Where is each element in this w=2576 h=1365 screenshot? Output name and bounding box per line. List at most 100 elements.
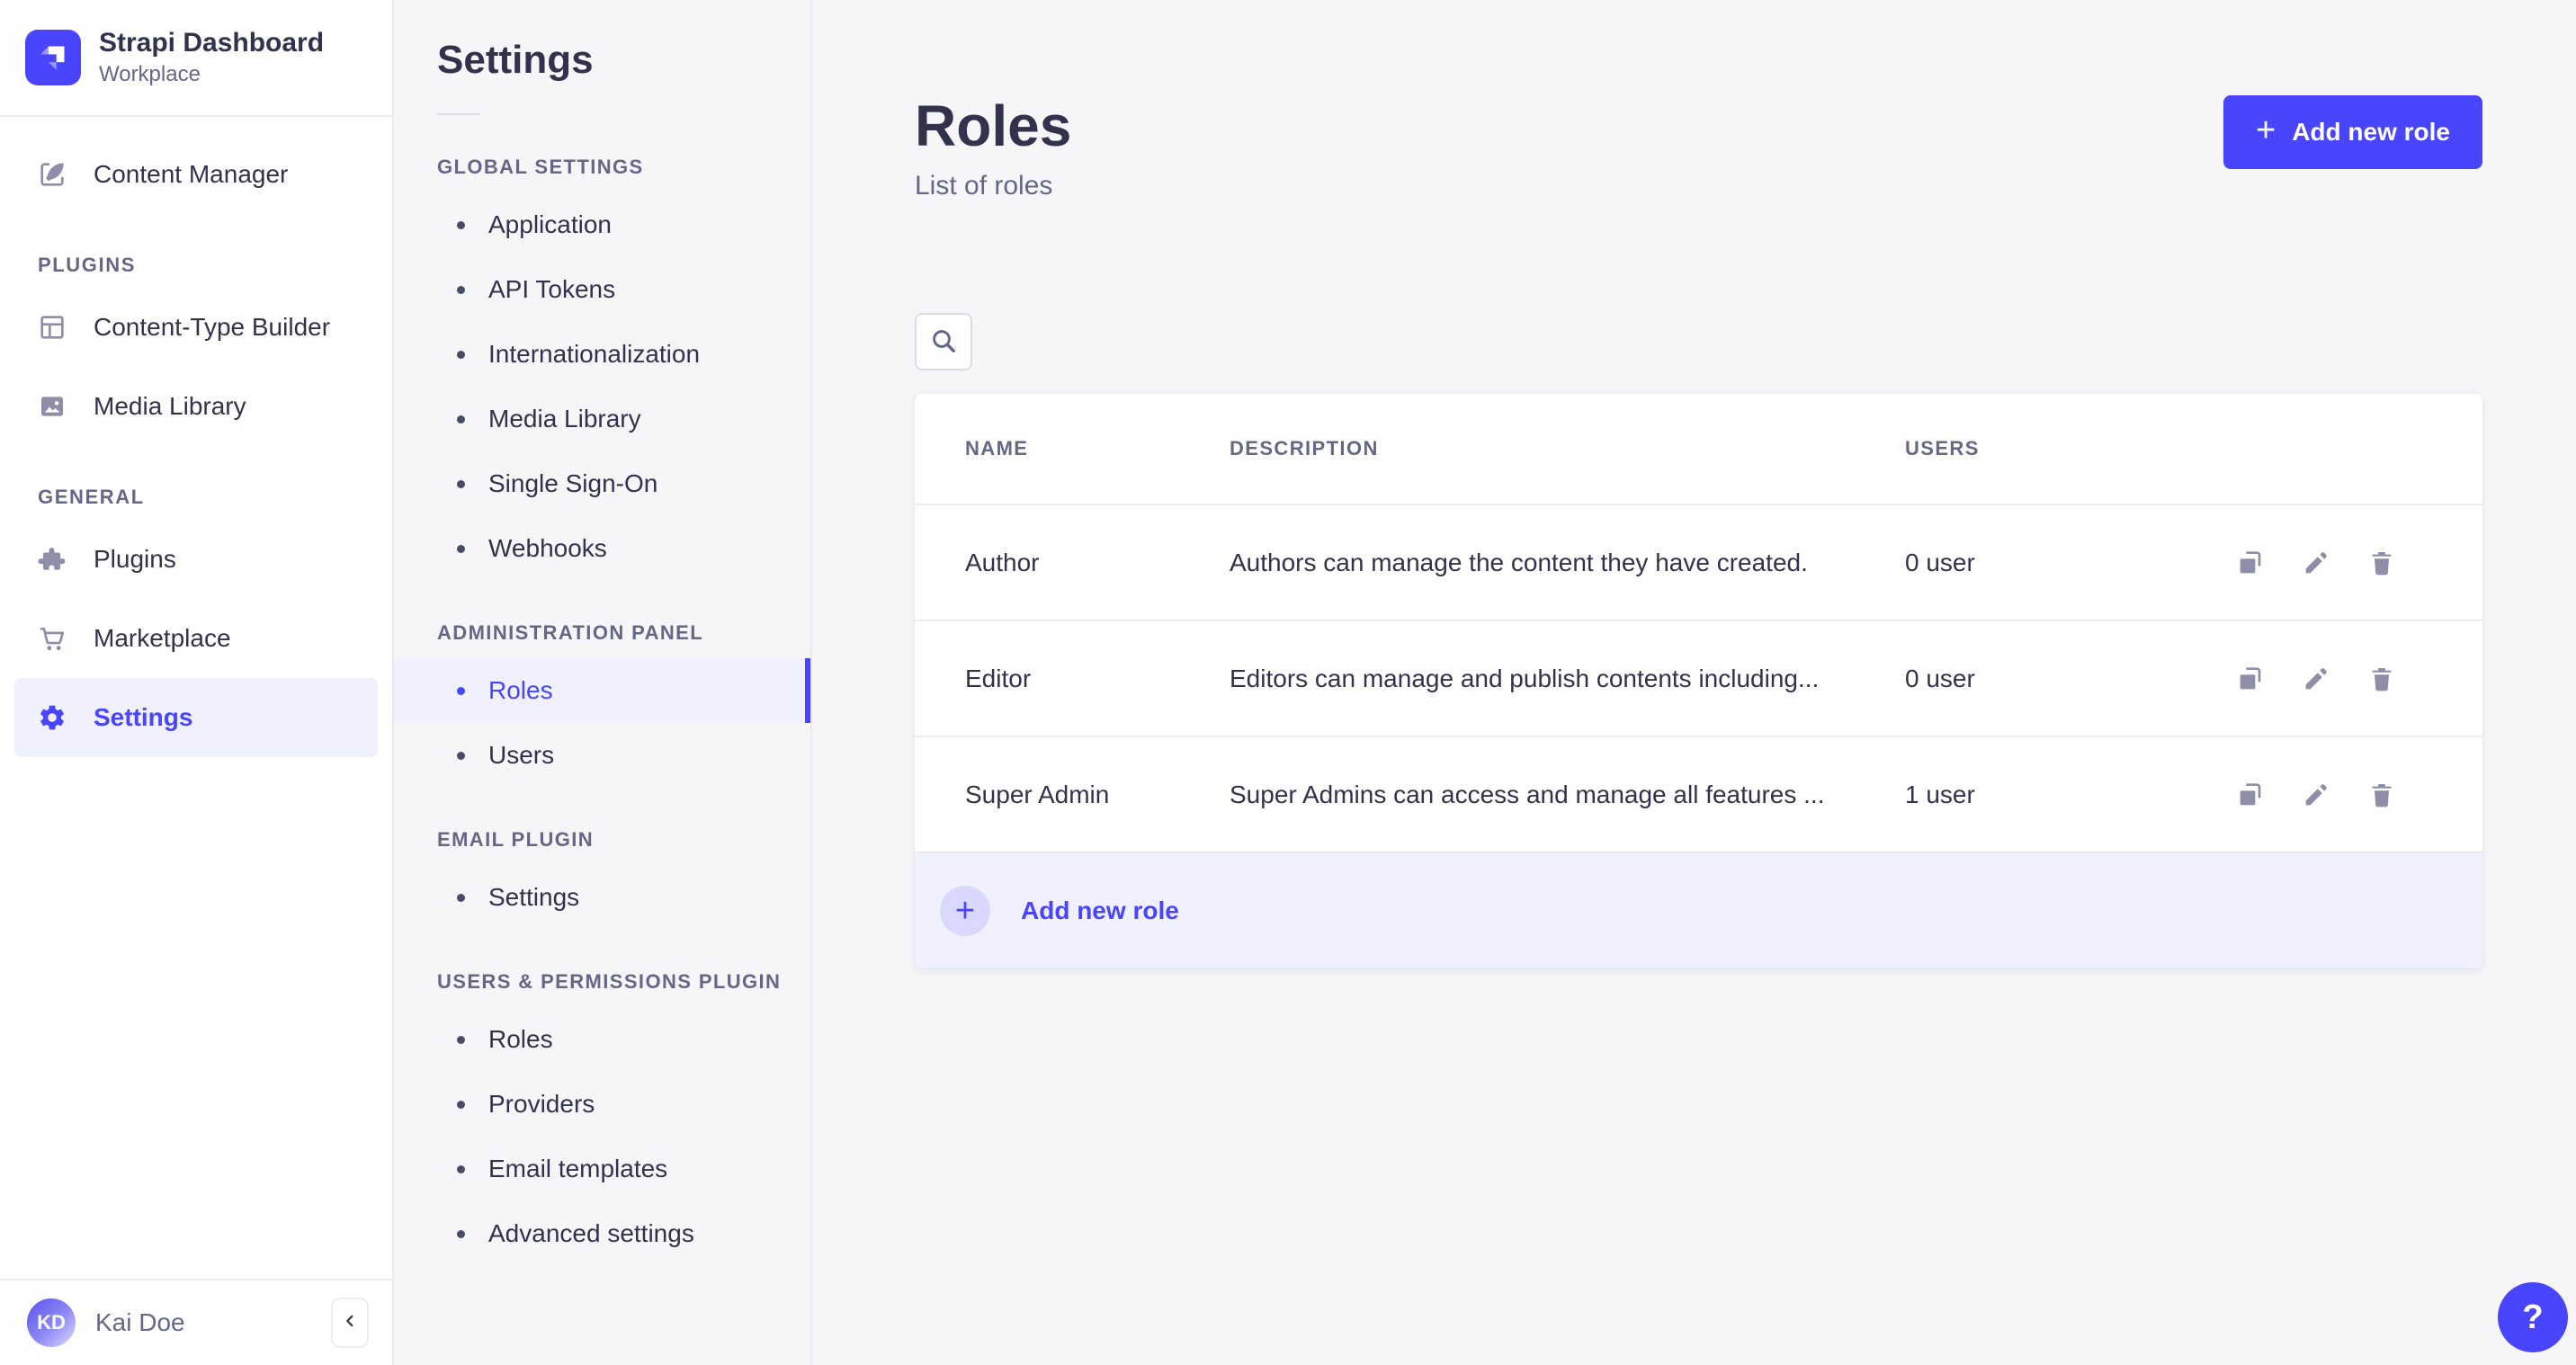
subnav-item-webhooks[interactable]: Webhooks (394, 516, 810, 581)
role-name: Author (965, 548, 1040, 576)
bullet-icon (457, 544, 465, 553)
edit-pencil-icon[interactable] (2302, 549, 2330, 577)
sidebar-item-label: Marketplace (94, 624, 231, 652)
row-actions (2236, 549, 2396, 577)
role-users-count: 0 user (1905, 664, 1975, 692)
subnav-item-internationalization[interactable]: Internationalization (394, 322, 810, 387)
bullet-icon (457, 893, 465, 902)
subnav-item-roles-active[interactable]: Roles (394, 658, 810, 723)
subnav-item-advanced-settings[interactable]: Advanced settings (394, 1201, 810, 1266)
subnav-item-up-roles[interactable]: Roles (394, 1007, 810, 1072)
row-actions (2236, 665, 2396, 693)
subnav-section-label: EMAIL PLUGIN (437, 828, 595, 851)
page-header-titles: Roles List of roles (915, 94, 1071, 203)
sidebar-item-label: Content Manager (94, 160, 289, 188)
duplicate-icon[interactable] (2236, 665, 2265, 693)
subnav-section-label: USERS & PERMISSIONS PLUGIN (437, 970, 782, 993)
delete-trash-icon[interactable] (2367, 781, 2396, 809)
chevron-left-icon (340, 1311, 360, 1335)
role-name: Editor (965, 664, 1032, 692)
sidebar-item-marketplace[interactable]: Marketplace (14, 599, 378, 678)
row-actions (2236, 781, 2396, 809)
bullet-icon (457, 1100, 465, 1109)
user-menu[interactable]: KD Kai Doe (0, 1279, 392, 1365)
role-users-count: 1 user (1905, 780, 1975, 808)
search-button[interactable] (915, 313, 972, 370)
bullet-icon (457, 686, 465, 695)
duplicate-icon[interactable] (2236, 549, 2265, 577)
subnav-item-users[interactable]: Users (394, 723, 810, 788)
edit-pencil-icon[interactable] (2302, 781, 2330, 809)
avatar: KD (27, 1298, 76, 1347)
table-footer-add-role[interactable]: + Add new role (915, 852, 2482, 968)
delete-trash-icon[interactable] (2367, 665, 2396, 693)
subnav-divider (437, 113, 480, 115)
puzzle-icon (38, 545, 67, 574)
subnav-item-email-templates[interactable]: Email templates (394, 1137, 810, 1201)
subnav-section-administration-panel: ADMINISTRATION PANEL Roles Users (394, 622, 810, 788)
sidebar-section-plugins: PLUGINS (38, 254, 136, 276)
subnav-title: Settings (437, 38, 594, 82)
page-subtitle: List of roles (915, 171, 1053, 201)
sidebar-item-media-library[interactable]: Media Library (14, 367, 378, 446)
strapi-logo-icon (25, 30, 81, 85)
bullet-icon (457, 1164, 465, 1173)
page-header: Roles List of roles + Add new role (915, 94, 2482, 203)
content-type-builder-icon (38, 313, 67, 342)
delete-trash-icon[interactable] (2367, 549, 2396, 577)
column-header-name: NAME (965, 437, 1029, 459)
duplicate-icon[interactable] (2236, 781, 2265, 809)
subnav-section-email-plugin: EMAIL PLUGIN Settings (394, 829, 810, 930)
user-name: Kai Doe (95, 1308, 185, 1336)
sidebar-item-content-manager[interactable]: Content Manager (14, 135, 378, 214)
add-new-role-button[interactable]: + Add new role (2223, 95, 2482, 169)
bullet-icon (457, 415, 465, 424)
subnav-section-global-settings: GLOBAL SETTINGS Application API Tokens I… (394, 156, 810, 581)
bullet-icon (457, 1035, 465, 1044)
question-mark-icon: ? (2522, 1298, 2544, 1336)
workspace-titles: Strapi Dashboard Workplace (99, 27, 324, 88)
main-content: Roles List of roles + Add new role NAME … (812, 0, 2576, 1365)
subnav-item-api-tokens[interactable]: API Tokens (394, 257, 810, 322)
sidebar-item-label: Plugins (94, 545, 176, 573)
table-row-author[interactable]: Author Authors can manage the content th… (915, 504, 2482, 620)
workspace-header[interactable]: Strapi Dashboard Workplace (0, 0, 392, 117)
subnav-section-label: ADMINISTRATION PANEL (437, 621, 704, 644)
table-header-row: NAME DESCRIPTION USERS (915, 394, 2482, 504)
subnav-section-label: GLOBAL SETTINGS (437, 156, 644, 178)
column-header-description: DESCRIPTION (1230, 437, 1379, 459)
subnav-item-media-library[interactable]: Media Library (394, 387, 810, 451)
add-new-role-button-label: Add new role (2292, 118, 2450, 146)
sidebar-item-settings[interactable]: Settings (14, 678, 378, 757)
sidebar-nav: Content Manager PLUGINS Content-Type Bui… (0, 117, 392, 1279)
subnav-item-application[interactable]: Application (394, 192, 810, 257)
edit-pencil-icon[interactable] (2302, 665, 2330, 693)
role-description: Super Admins can access and manage all f… (1230, 780, 1825, 808)
app-window: Strapi Dashboard Workplace Content Manag… (0, 0, 2576, 1365)
subnav-item-single-sign-on[interactable]: Single Sign-On (394, 451, 810, 516)
bullet-icon (457, 479, 465, 488)
page-title: Roles (915, 94, 1072, 158)
table-row-editor[interactable]: Editor Editors can manage and publish co… (915, 620, 2482, 736)
subnav-section-users-permissions: USERS & PERMISSIONS PLUGIN Roles Provide… (394, 971, 810, 1266)
cart-icon (38, 624, 67, 653)
feather-pen-icon (38, 160, 67, 189)
sidebar-item-content-type-builder[interactable]: Content-Type Builder (14, 288, 378, 367)
sidebar-section-general: GENERAL (38, 486, 145, 508)
help-button[interactable]: ? (2498, 1282, 2568, 1352)
column-header-users: USERS (1905, 437, 1980, 459)
plus-circle-icon: + (940, 886, 990, 936)
plus-icon: + (2256, 112, 2276, 149)
search-icon (929, 326, 958, 358)
sidebar-item-label: Settings (94, 703, 193, 731)
subnav-item-email-settings[interactable]: Settings (394, 865, 810, 930)
role-description: Editors can manage and publish contents … (1230, 664, 1820, 692)
sidebar-item-label: Content-Type Builder (94, 313, 331, 341)
collapse-sidebar-button[interactable] (331, 1298, 369, 1348)
table-row-super-admin[interactable]: Super Admin Super Admins can access and … (915, 736, 2482, 852)
role-name: Super Admin (965, 780, 1110, 808)
media-library-icon (38, 392, 67, 421)
subnav-item-providers[interactable]: Providers (394, 1072, 810, 1137)
sidebar-item-plugins[interactable]: Plugins (14, 520, 378, 599)
roles-table-card: NAME DESCRIPTION USERS Author Authors ca… (915, 394, 2482, 968)
